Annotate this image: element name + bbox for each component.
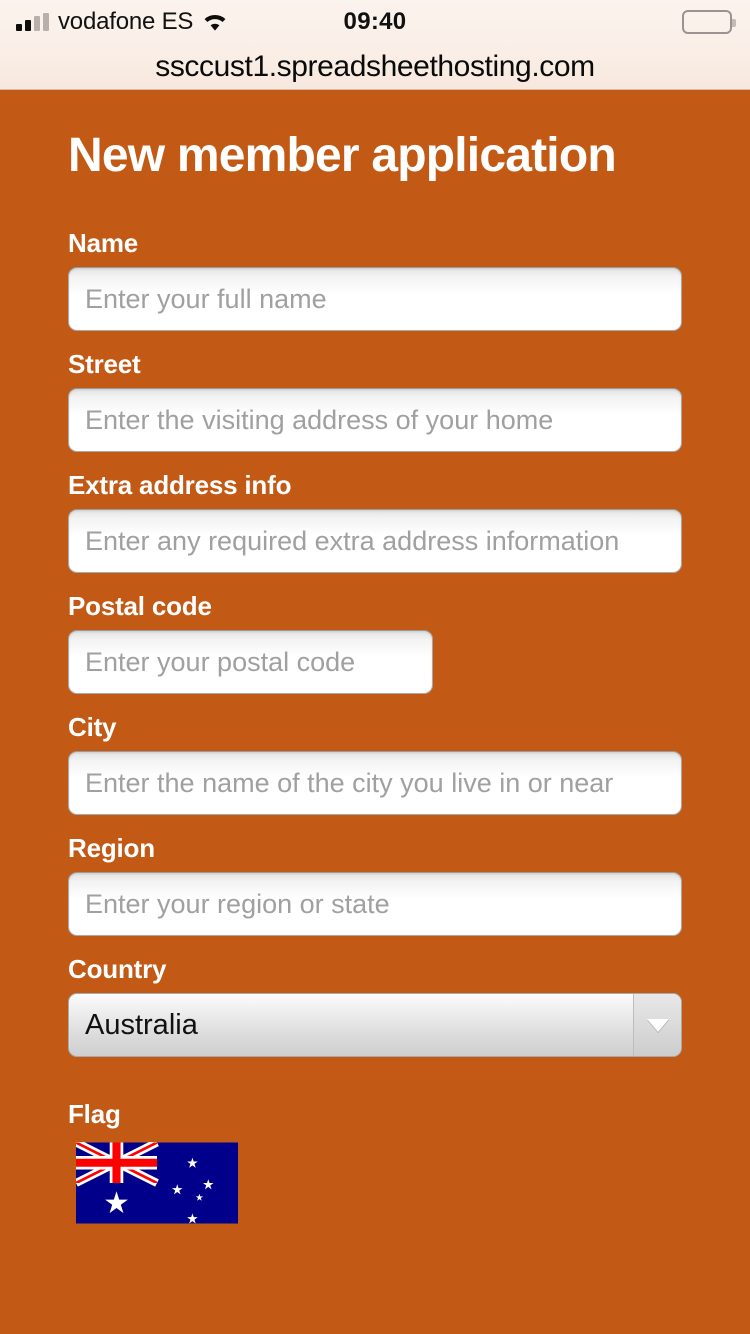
input-postal-code[interactable] [68, 630, 433, 694]
field-street: Street [0, 351, 750, 452]
select-country[interactable]: Australia [68, 993, 682, 1057]
page-title: New member application [68, 129, 617, 182]
battery-full-icon [682, 10, 736, 34]
field-country: Country Australia [0, 956, 750, 1057]
label-country: Country [68, 954, 167, 984]
australia-flag-icon [68, 1142, 750, 1224]
input-region[interactable] [68, 872, 682, 936]
status-bar-time: 09:40 [343, 8, 407, 35]
status-bar-right [682, 0, 736, 44]
input-extra-address-info[interactable] [68, 509, 682, 573]
label-postal-code: Postal code [68, 591, 212, 621]
status-bar: vodafone ES 09:40 [0, 0, 750, 44]
label-region: Region [68, 833, 155, 863]
field-name: Name [0, 230, 750, 331]
country-select-wrapper[interactable]: Australia [68, 993, 682, 1057]
page-content: New member application Name Street Extra… [0, 90, 750, 1334]
label-extra-address-info: Extra address info [68, 470, 292, 500]
new-member-application-form: Name Street Extra address info Postal co… [0, 230, 750, 1224]
field-region: Region [0, 835, 750, 936]
field-flag: Flag [0, 1101, 750, 1224]
label-street: Street [68, 349, 141, 379]
field-extra-address-info: Extra address info [0, 472, 750, 573]
label-city: City [68, 712, 117, 742]
field-city: City [0, 714, 750, 815]
browser-chrome: vodafone ES 09:40 ssccust1.spreadsheetho… [0, 0, 750, 90]
input-street[interactable] [68, 388, 682, 452]
label-flag: Flag [68, 1099, 121, 1129]
field-postal-code: Postal code [0, 593, 750, 694]
label-name: Name [68, 228, 139, 258]
browser-url-bar[interactable]: ssccust1.spreadsheethosting.com [0, 44, 750, 89]
input-name[interactable] [68, 267, 682, 331]
input-city[interactable] [68, 751, 682, 815]
url-text: ssccust1.spreadsheethosting.com [155, 49, 595, 83]
